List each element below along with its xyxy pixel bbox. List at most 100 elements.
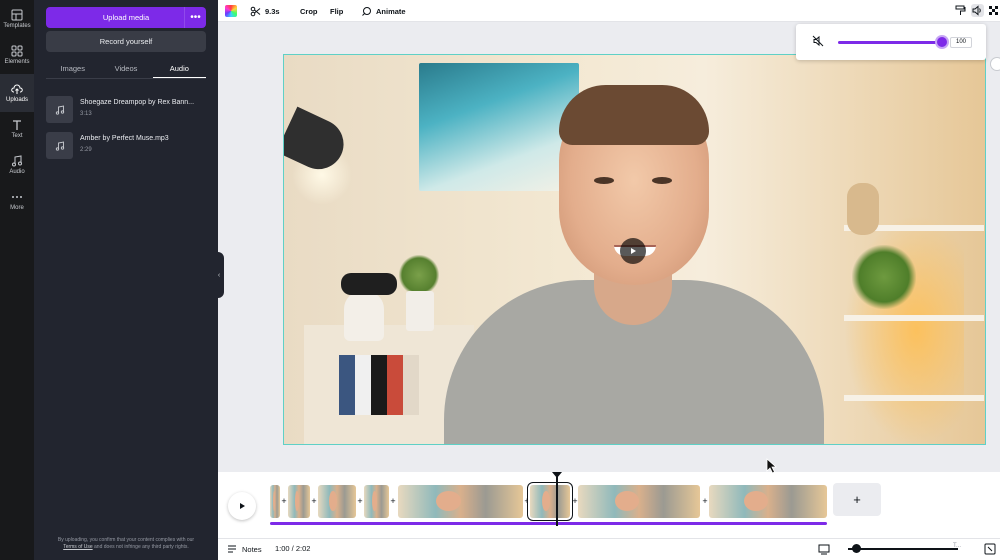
volume-button[interactable] <box>971 4 984 17</box>
music-note-icon <box>55 104 64 115</box>
text-icon <box>13 119 21 130</box>
video-canvas[interactable] <box>283 54 986 445</box>
collapse-panel-handle[interactable]: ‹ <box>214 252 224 298</box>
upload-media-label: Upload media <box>102 13 150 22</box>
timeline-clip[interactable] <box>578 485 700 518</box>
timeline-clip[interactable] <box>318 485 356 518</box>
uploads-panel: Upload media ••• Record yourself Images … <box>34 0 218 560</box>
audio-duration: 2:29 <box>80 147 92 153</box>
play-icon <box>240 503 245 509</box>
templates-icon <box>11 9 23 20</box>
rail-item-templates[interactable]: Templates <box>0 2 34 36</box>
mute-icon[interactable] <box>812 35 824 47</box>
music-note-icon <box>12 154 22 166</box>
timeline-clip[interactable] <box>709 485 827 518</box>
zoom-slider-handle[interactable] <box>852 544 861 553</box>
plant-left <box>399 255 439 295</box>
volume-slider-handle[interactable] <box>935 35 949 49</box>
upload-cloud-icon <box>11 84 23 94</box>
paint-format-button[interactable] <box>954 4 967 17</box>
tab-images[interactable]: Images <box>46 60 99 78</box>
notes-icon <box>228 545 236 553</box>
upload-media-button[interactable]: Upload media ••• <box>46 7 206 28</box>
presenter-eye <box>652 177 672 184</box>
timeline-clip[interactable] <box>364 485 389 518</box>
rail-item-text[interactable]: Text <box>0 112 34 146</box>
timeline-play-button[interactable] <box>228 492 256 520</box>
rail-item-elements[interactable]: Elements <box>0 38 34 72</box>
audio-list-item[interactable]: Amber by Perfect Muse.mp3 2:29 <box>46 132 206 160</box>
animate-label: Animate <box>376 6 406 16</box>
volume-value-field[interactable]: 100 <box>950 37 972 48</box>
animate-button[interactable]: Animate <box>361 4 406 18</box>
color-picker-button[interactable] <box>225 5 237 17</box>
rail-label: Elements <box>4 58 30 65</box>
terms-of-use-link[interactable]: Terms of Use <box>63 544 92 550</box>
playhead-handle[interactable] <box>552 472 562 478</box>
music-note-icon <box>55 140 64 151</box>
crop-button[interactable]: Crop <box>300 4 318 18</box>
audio-duration: 3:13 <box>80 111 92 117</box>
audio-title: Amber by Perfect Muse.mp3 <box>80 135 169 142</box>
zoom-value: T... <box>953 543 962 549</box>
tab-videos[interactable]: Videos <box>99 60 152 78</box>
plant-right <box>852 245 916 309</box>
tabs-divider <box>46 78 206 79</box>
flip-button[interactable]: Flip <box>330 4 343 18</box>
wooden-sign <box>847 183 879 235</box>
rail-item-audio[interactable]: Audio <box>0 148 34 182</box>
shelf-board <box>844 315 984 321</box>
media-tabs: Images Videos Audio <box>46 60 206 78</box>
mannequin-head <box>344 291 384 341</box>
books <box>339 355 419 415</box>
checkerboard-icon <box>989 6 998 15</box>
editor-footer: Notes 1:00 / 2:02 T... <box>218 538 1000 560</box>
rail-label: Templates <box>3 22 31 29</box>
animate-icon <box>362 6 371 16</box>
add-transition-icon[interactable]: + <box>388 495 398 507</box>
video-play-button[interactable] <box>620 238 646 264</box>
zoom-slider-track[interactable] <box>848 548 958 550</box>
transparency-button[interactable] <box>987 4 1000 17</box>
notes-label: Notes <box>242 544 262 554</box>
volume-slider-track[interactable] <box>838 41 942 44</box>
rail-label: Audio <box>9 168 25 175</box>
timeline-clip[interactable] <box>288 485 310 518</box>
fullscreen-icon[interactable] <box>984 543 996 555</box>
duration-label: 9.3s <box>265 6 280 16</box>
rail-label: Text <box>11 132 23 139</box>
timeline-clip-selected[interactable] <box>528 483 572 520</box>
vr-headset <box>341 273 397 295</box>
grid-view-icon[interactable] <box>818 543 830 555</box>
audio-thumbnail <box>46 132 73 159</box>
tab-audio[interactable]: Audio <box>152 60 206 78</box>
volume-popup: 100 <box>796 24 986 60</box>
mouse-cursor-icon <box>766 458 778 474</box>
speaker-icon <box>972 5 981 16</box>
presenter <box>434 85 834 444</box>
rail-label: More <box>10 204 24 211</box>
audio-track-bar[interactable] <box>270 522 827 525</box>
trim-duration-button[interactable]: 9.3s <box>250 4 280 18</box>
upload-options-button[interactable]: ••• <box>184 7 206 28</box>
editor-toolbar: 9.3s Crop Flip Animate <box>218 0 1000 22</box>
terms-prefix: By uploading, you confirm that your cont… <box>57 537 195 543</box>
timeline-clip[interactable] <box>398 485 523 518</box>
audio-title: Shoegaze Dreampop by Rex Bann... <box>80 99 195 106</box>
audio-thumbnail <box>46 96 73 123</box>
rail-item-more[interactable]: More <box>0 184 34 218</box>
playhead[interactable] <box>556 472 558 526</box>
terms-suffix: and does not infringe any third party ri… <box>94 544 189 550</box>
audio-list-item[interactable]: Shoegaze Dreampop by Rex Bann... 3:13 <box>46 96 206 124</box>
rail-label: Uploads <box>5 96 28 103</box>
left-rail: Templates Elements Uploads Text Audio Mo… <box>0 0 34 560</box>
playback-time: 1:00 / 2:02 <box>275 544 311 553</box>
record-yourself-button[interactable]: Record yourself <box>46 31 206 52</box>
shelf-board <box>844 395 984 401</box>
elements-icon <box>11 45 23 56</box>
add-page-button[interactable]: + <box>833 483 881 516</box>
notes-button[interactable]: Notes <box>227 544 262 554</box>
presenter-hair <box>559 85 709 145</box>
rail-item-uploads[interactable]: Uploads <box>0 74 34 112</box>
search-icon[interactable] <box>990 57 1000 71</box>
